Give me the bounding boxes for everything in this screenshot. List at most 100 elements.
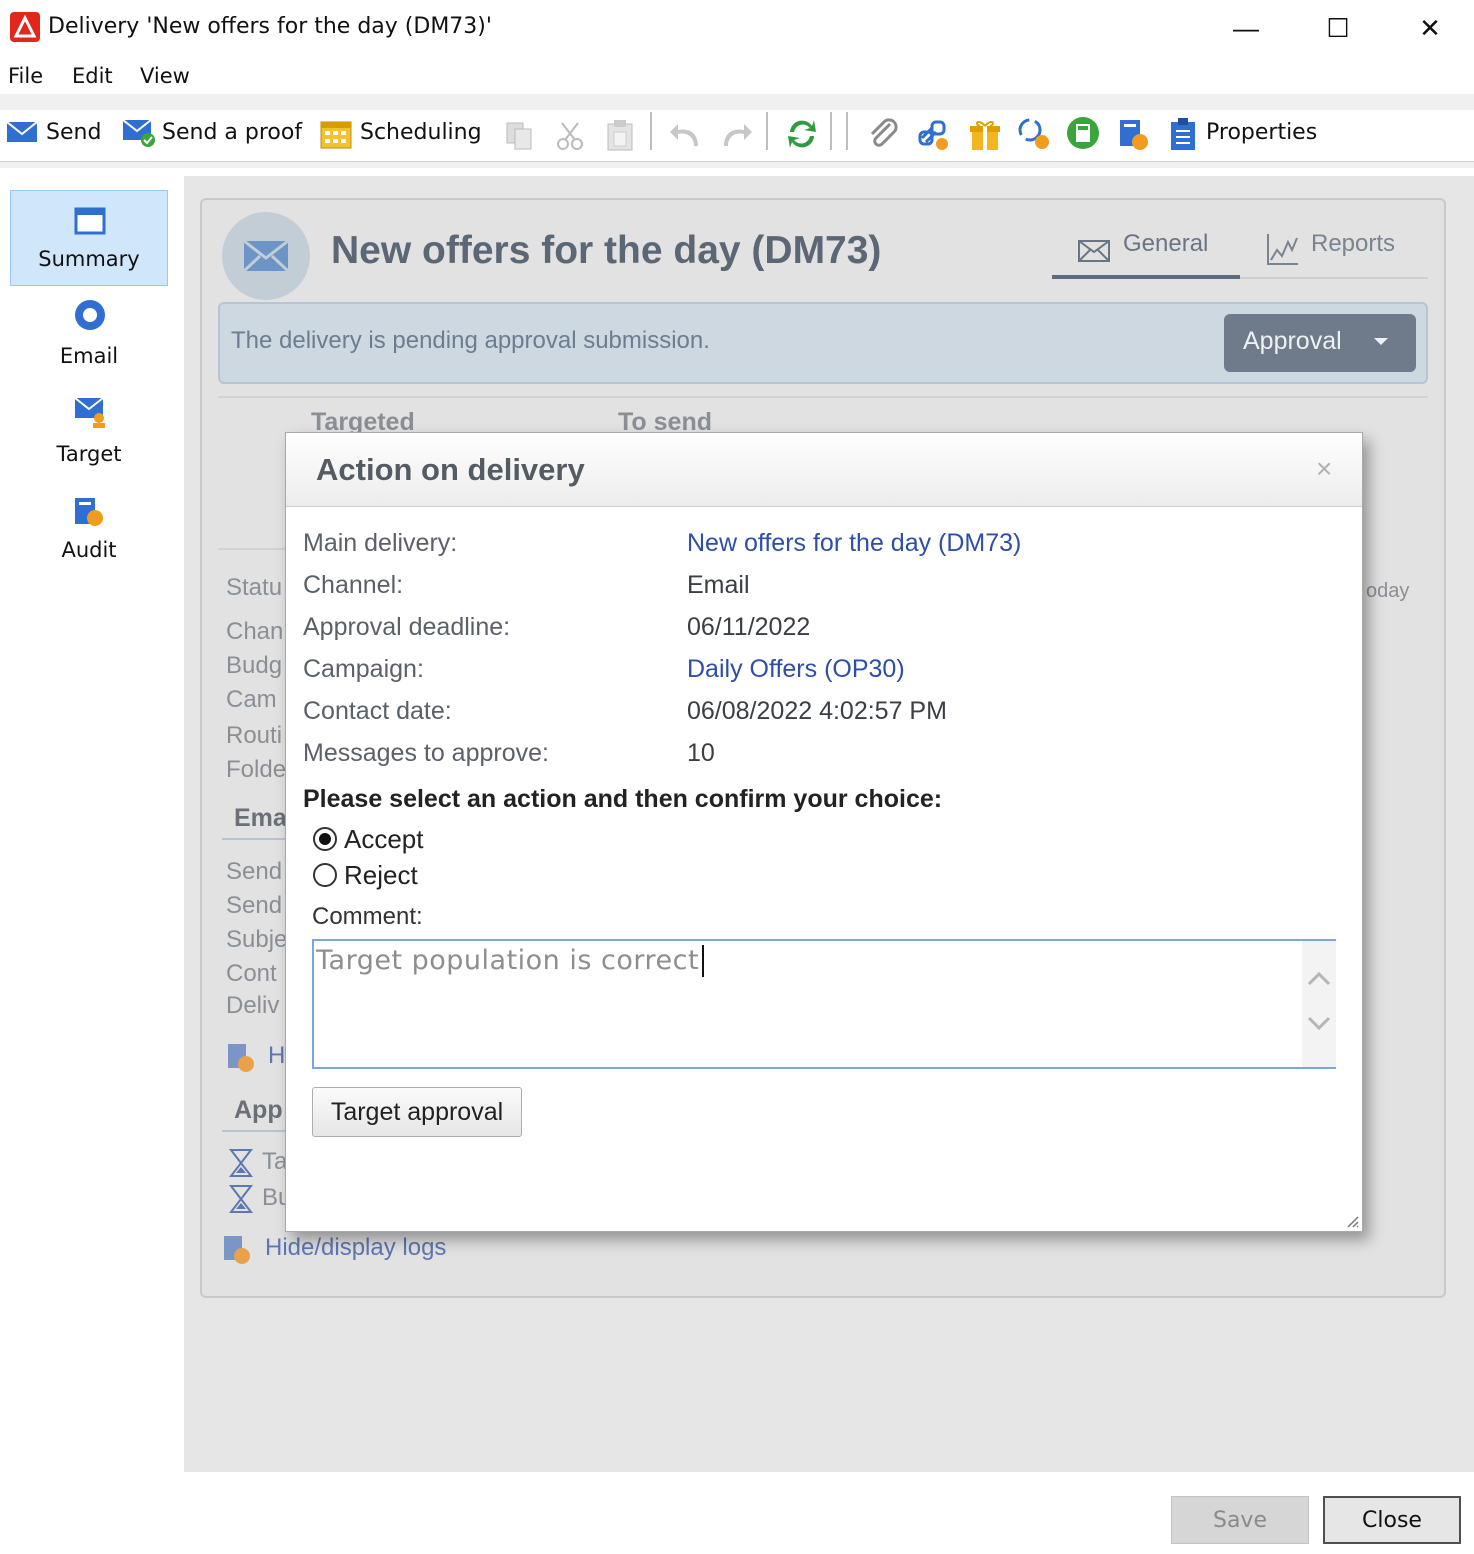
scroll-down-icon[interactable] <box>1306 1015 1332 1033</box>
chart-icon <box>1267 234 1298 265</box>
audit-nav-icon <box>75 498 103 526</box>
campaign-link[interactable]: Daily Offers (OP30) <box>687 655 905 684</box>
hourglass-icon <box>228 1185 254 1213</box>
approval-button-label: Approval <box>1243 327 1342 355</box>
audit-icon[interactable] <box>1116 116 1150 152</box>
resize-grip-icon[interactable] <box>1344 1213 1360 1229</box>
messages-to-approve-value: 10 <box>687 739 715 767</box>
action-dialog: Action on delivery × Main delivery: New … <box>285 432 1363 1232</box>
toolbar-separator <box>846 112 848 150</box>
minimize-button[interactable]: — <box>1200 4 1292 52</box>
nav-target[interactable]: Target <box>10 386 168 482</box>
target-approval-button[interactable]: Target approval <box>312 1087 522 1137</box>
menu-file[interactable]: File <box>8 64 43 88</box>
channel-label: Chan <box>226 618 284 645</box>
properties-icon[interactable] <box>1168 116 1198 152</box>
history-icon <box>228 1044 254 1072</box>
gift-icon[interactable] <box>968 116 1002 152</box>
history-link[interactable]: H <box>268 1042 285 1070</box>
section-rule <box>222 838 286 840</box>
comment-scrollbar[interactable] <box>1302 941 1336 1067</box>
menu-edit[interactable]: Edit <box>72 64 113 88</box>
chevron-down-icon <box>1374 338 1388 345</box>
main-delivery-link[interactable]: New offers for the day (DM73) <box>687 529 1021 558</box>
email-section-title: Ema <box>234 804 287 832</box>
action-prompt: Please select an action and then confirm… <box>303 785 943 813</box>
scroll-up-icon[interactable] <box>1306 969 1332 987</box>
approval-dropdown-button[interactable]: Approval <box>1224 314 1416 372</box>
reject-label[interactable]: Reject <box>344 860 418 891</box>
email-channel-icon <box>75 300 105 330</box>
comment-label: Comment: <box>312 903 423 930</box>
contact-date-value: 06/08/2022 4:02:57 PM <box>687 697 947 725</box>
campaign-label: Campaign: <box>303 655 424 683</box>
status-text: The delivery is pending approval submiss… <box>231 327 710 354</box>
hide-display-logs-link[interactable]: Hide/display logs <box>265 1234 446 1262</box>
hourglass-icon <box>228 1149 254 1177</box>
maximize-icon: ☐ <box>1326 12 1350 43</box>
copy-icon[interactable] <box>504 120 536 152</box>
active-tab-indicator <box>1052 275 1240 279</box>
channel-value: Email <box>687 571 750 599</box>
page-title: New offers for the day (DM73) <box>331 229 882 272</box>
maximize-button[interactable]: ☐ <box>1292 4 1384 52</box>
nav-summary-label: Summary <box>38 247 140 271</box>
summary-icon <box>74 207 106 235</box>
app-logo-icon <box>10 12 40 42</box>
attachment-icon[interactable] <box>866 116 900 152</box>
dialog-header: Action on delivery × <box>286 433 1362 507</box>
messages-to-approve-label: Messages to approve: <box>303 739 549 767</box>
tab-general-label[interactable]: General <box>1123 230 1208 258</box>
menu-view[interactable]: View <box>140 64 190 88</box>
nav-target-label: Target <box>56 442 122 466</box>
close-window-button[interactable]: ✕ <box>1384 4 1474 52</box>
delivery-envelope-icon <box>243 240 289 272</box>
comment-text: Target population is correct <box>316 945 700 976</box>
section-rule <box>222 1130 286 1132</box>
reject-radio[interactable] <box>313 863 337 887</box>
properties-label[interactable]: Properties <box>1206 120 1317 145</box>
window-title: Delivery 'New offers for the day (DM73)' <box>48 14 492 39</box>
nav-email-label: Email <box>59 344 119 368</box>
nav-audit[interactable]: Audit <box>10 482 168 578</box>
link-icon[interactable] <box>916 116 952 152</box>
delivery-avatar <box>222 212 310 300</box>
approval-deadline-label: Approval deadline: <box>303 613 511 641</box>
undo-icon[interactable] <box>668 118 704 152</box>
paste-icon[interactable] <box>604 118 636 152</box>
radio-selected-dot <box>319 833 331 845</box>
main-delivery-label: Main delivery: <box>303 529 458 557</box>
toolbar: Send Send a proof Scheduling Properties <box>0 94 1474 168</box>
close-button[interactable]: Close <box>1323 1496 1461 1544</box>
email-field-2: Send <box>226 892 283 919</box>
send-proof-label[interactable]: Send a proof <box>162 120 302 145</box>
offers-icon[interactable] <box>1016 116 1052 152</box>
nav-email[interactable]: Email <box>10 288 168 384</box>
tab-reports-label[interactable]: Reports <box>1311 230 1395 258</box>
send-label[interactable]: Send <box>46 120 101 145</box>
proof-envelope-icon <box>122 119 155 147</box>
today-text: oday <box>1366 580 1410 602</box>
accept-radio[interactable] <box>313 827 337 851</box>
dialog-title: Action on delivery <box>316 452 585 487</box>
save-button[interactable]: Save <box>1171 1496 1309 1544</box>
refresh-icon[interactable] <box>784 116 820 152</box>
folder-label: Folde <box>226 756 287 783</box>
tab-divider <box>1240 277 1428 279</box>
nav-summary[interactable]: Summary <box>10 190 168 286</box>
email-field-1: Send <box>226 858 283 885</box>
logs-icon <box>224 1236 250 1264</box>
status-label: Statu <box>226 574 283 601</box>
accept-label[interactable]: Accept <box>344 824 424 855</box>
nav-audit-label: Audit <box>61 538 117 562</box>
toolbar-separator <box>650 112 652 150</box>
dialog-close-icon[interactable]: × <box>1316 453 1332 485</box>
redo-icon[interactable] <box>718 118 754 152</box>
comment-textarea[interactable]: Target population is correct <box>312 939 1336 1069</box>
scheduling-label[interactable]: Scheduling <box>360 120 482 145</box>
calculator-icon[interactable] <box>1066 116 1100 152</box>
menu-bar: File Edit View <box>0 58 1474 96</box>
divider <box>218 548 288 550</box>
target-icon <box>74 397 105 428</box>
cut-icon[interactable] <box>554 120 586 152</box>
